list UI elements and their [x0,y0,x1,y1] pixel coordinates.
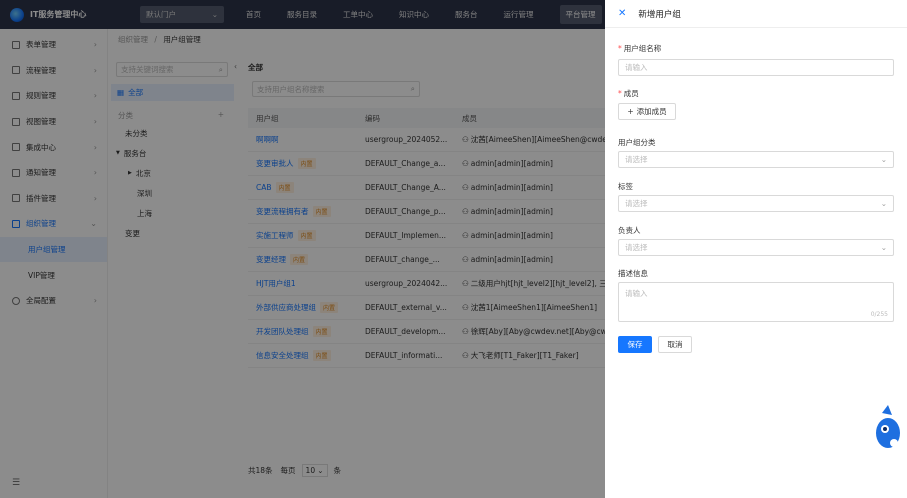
char-counter: 0/255 [870,311,888,318]
cancel-button[interactable]: 取消 [658,336,692,353]
name-placeholder: 请输入 [625,63,648,72]
usergroup-name-input[interactable]: 请输入 [618,59,894,76]
name-label-text: 用户组名称 [623,44,662,53]
chevron-down-icon: ⌄ [880,155,887,164]
description-placeholder: 请输入 [625,289,648,298]
members-label: * 成员 [618,88,639,99]
new-usergroup-drawer: ✕ 新增用户组 * 用户组名称 请输入 * 成员 + 添加成员 用户组分类 请选择 ⌄ … [605,0,907,498]
owner-placeholder: 请选择 [625,243,648,252]
name-label: * 用户组名称 [618,43,661,54]
category-label: 用户组分类 [618,138,656,147]
drawer-header: ✕ 新增用户组 [605,0,907,28]
description-textarea[interactable]: 请输入 0/255 [618,282,894,322]
category-placeholder: 请选择 [625,155,648,164]
owner-select[interactable]: 请选择 ⌄ [618,239,894,256]
chevron-down-icon: ⌄ [880,243,887,252]
tags-placeholder: 请选择 [625,199,648,208]
add-member-button[interactable]: + 添加成员 [618,103,676,120]
save-button[interactable]: 保存 [618,336,652,353]
modal-overlay[interactable] [0,0,605,498]
drawer-title: 新增用户组 [638,9,681,20]
tags-label: 标签 [618,182,633,191]
category-select[interactable]: 请选择 ⌄ [618,151,894,168]
chevron-down-icon: ⌄ [880,199,887,208]
members-label-text: 成员 [623,89,639,98]
required-mark: * [618,44,622,53]
required-mark: * [618,89,622,98]
close-icon[interactable]: ✕ [618,8,626,19]
owner-label: 负责人 [618,226,641,235]
assistant-mascot-icon[interactable] [872,403,904,451]
tags-select[interactable]: 请选择 ⌄ [618,195,894,212]
add-member-label: 添加成员 [636,107,667,116]
plus-icon: + [627,107,634,116]
description-label: 描述信息 [618,269,648,278]
